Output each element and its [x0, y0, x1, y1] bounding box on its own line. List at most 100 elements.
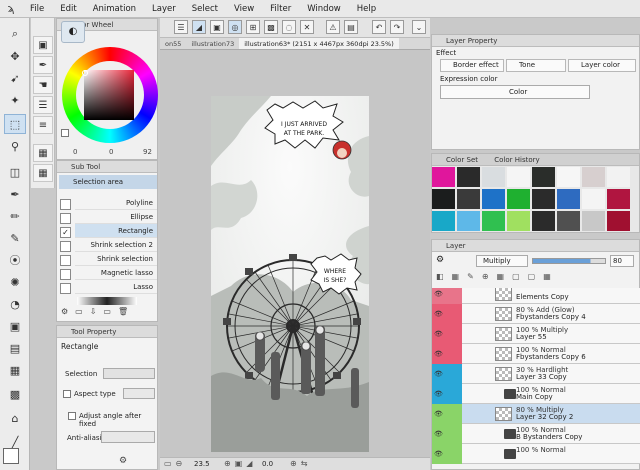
- move-icon[interactable]: ✥: [4, 46, 26, 66]
- zoom-controls-icon[interactable]: ▭⊖: [164, 459, 186, 468]
- color-swatch[interactable]: [457, 167, 481, 188]
- undo-icon[interactable]: ↶: [372, 20, 386, 34]
- menu-file[interactable]: File: [22, 4, 52, 14]
- subtool-lasso[interactable]: Lasso: [75, 280, 157, 294]
- folder-icon[interactable]: [504, 429, 516, 439]
- auto-select-icon[interactable]: ⚲: [4, 136, 26, 156]
- layer-visibility-icon[interactable]: 👁: [434, 330, 443, 338]
- layer-visibility-icon[interactable]: 👁: [434, 350, 443, 358]
- opacity-slider[interactable]: [532, 258, 606, 264]
- selection-icon[interactable]: ⬚: [4, 114, 26, 134]
- color-swatch[interactable]: [457, 211, 481, 232]
- grid-2-icon[interactable]: ▦: [33, 164, 53, 182]
- layer-settings-icon[interactable]: ⚙: [436, 255, 444, 265]
- color-picker-handle-icon[interactable]: [82, 70, 88, 76]
- sparkle-icon[interactable]: ✦: [4, 90, 26, 110]
- layer-toolbar-icons[interactable]: ◧▦✎⊕▦▢▢▦: [436, 272, 636, 284]
- ellipse-checkbox[interactable]: [60, 213, 71, 224]
- airbrush-icon[interactable]: ⦿: [4, 250, 26, 270]
- subtool-polyline[interactable]: Polyline: [75, 196, 157, 210]
- menu-filter[interactable]: Filter: [262, 4, 299, 14]
- tone-button[interactable]: Tone: [506, 59, 566, 72]
- figure-icon[interactable]: ▦: [4, 360, 26, 380]
- color-swatch[interactable]: [482, 211, 506, 232]
- redo-icon[interactable]: ↷: [390, 20, 404, 34]
- color-mode-button[interactable]: ◐: [61, 21, 85, 43]
- lasso-checkbox[interactable]: [60, 283, 71, 294]
- color-swatch[interactable]: [507, 211, 531, 232]
- color-swatch[interactable]: [457, 189, 481, 210]
- color-swatch[interactable]: [432, 211, 456, 232]
- color-swatch[interactable]: [607, 167, 631, 188]
- rotation-value[interactable]: 0.0: [262, 460, 273, 468]
- layer-row[interactable]: 👁 30 % Hardlight Layer 33 Copy: [432, 364, 640, 384]
- zoom-value[interactable]: 23.5: [194, 460, 210, 468]
- menu-help[interactable]: Help: [349, 4, 384, 14]
- zoom-icon[interactable]: ⌕: [4, 24, 26, 44]
- color-swatch[interactable]: [582, 189, 606, 210]
- layer-visibility-icon[interactable]: 👁: [434, 390, 443, 398]
- magnetic-lasso-checkbox[interactable]: [60, 269, 71, 280]
- hand-icon[interactable]: ☚: [33, 76, 53, 94]
- pen-icon[interactable]: ✒: [4, 184, 26, 204]
- color-swatch[interactable]: [482, 167, 506, 188]
- layer-visibility-icon[interactable]: 👁: [434, 410, 443, 418]
- subtool-magnetic-lasso[interactable]: Magnetic lasso: [75, 266, 157, 280]
- gallery-icon[interactable]: ▤: [344, 20, 358, 34]
- aspect-type-dropdown[interactable]: [123, 388, 155, 399]
- color-swatch[interactable]: [482, 189, 506, 210]
- color-swatch[interactable]: [532, 167, 556, 188]
- color-swatch[interactable]: [532, 189, 556, 210]
- fill-icon[interactable]: ▣: [4, 316, 26, 336]
- tool-group-icon[interactable]: ▣: [33, 36, 53, 54]
- grid-snap-icon[interactable]: ⊞: [246, 20, 260, 34]
- gradient-icon[interactable]: ▤: [4, 338, 26, 358]
- layer-color-button[interactable]: Layer color: [568, 59, 636, 72]
- color-swatch[interactable]: [582, 211, 606, 232]
- layer-visibility-icon[interactable]: 👁: [434, 310, 443, 318]
- subtool-ellipse[interactable]: Ellipse: [75, 210, 157, 224]
- selection-mode-buttons[interactable]: [103, 368, 155, 379]
- adjust-angle-checkbox[interactable]: [68, 412, 76, 420]
- eraser-icon[interactable]: ◫: [4, 162, 26, 182]
- color-swatch[interactable]: [507, 189, 531, 210]
- layer-row[interactable]: 👁 Elements Copy: [432, 288, 640, 304]
- shrink-selection-checkbox[interactable]: [60, 255, 71, 266]
- view-controls-icon[interactable]: ⊕▣◢: [224, 459, 256, 468]
- subtool-footer-icons[interactable]: ⚙▭⇩▭🗑: [61, 307, 155, 319]
- target-icon[interactable]: ◎: [228, 20, 242, 34]
- saturation-value-square[interactable]: [84, 70, 134, 120]
- menu-animation[interactable]: Animation: [85, 4, 144, 14]
- menu-window[interactable]: Window: [299, 4, 349, 14]
- blend-mode-dropdown[interactable]: Multiply: [476, 255, 528, 267]
- pen-nib-icon[interactable]: ✒: [33, 56, 53, 74]
- opacity-input[interactable]: 80: [610, 255, 634, 267]
- illustration-canvas[interactable]: I JUST ARRIVED AT THE PARK. WHERE IS SHE…: [211, 96, 369, 452]
- tab-color-set[interactable]: Color Set: [446, 156, 478, 164]
- rotation-controls-icon[interactable]: ⊕⇆: [290, 459, 311, 468]
- layer-row[interactable]: 👁 80 % Add (Glow) Fbystanders Copy 4: [432, 304, 640, 324]
- grid-icon[interactable]: ▦: [33, 144, 53, 162]
- collapse-icon[interactable]: ⌄: [412, 20, 426, 34]
- menu-select[interactable]: Select: [184, 4, 226, 14]
- layer-visibility-icon[interactable]: 👁: [434, 290, 443, 298]
- selection-launcher-icon[interactable]: ▣: [210, 20, 224, 34]
- selection-area-group[interactable]: Selection area: [59, 175, 157, 189]
- anti-aliasing-selector[interactable]: [101, 431, 155, 443]
- tab-illustration63[interactable]: illustration63* (2151 x 4467px 360dpi 23…: [239, 38, 399, 49]
- color-swatch[interactable]: [607, 211, 631, 232]
- clear-icon[interactable]: ✕: [300, 20, 314, 34]
- expression-color-dropdown[interactable]: Color: [440, 85, 590, 99]
- pencil-icon[interactable]: ✏: [4, 206, 26, 226]
- rectangle-checkbox[interactable]: ✓: [60, 227, 71, 238]
- menu-layer[interactable]: Layer: [144, 4, 184, 14]
- layer-row[interactable]: 👁 100 % Multiply Layer 55: [432, 324, 640, 344]
- color-swatch[interactable]: [507, 167, 531, 188]
- shrink-selection-2-checkbox[interactable]: [60, 241, 71, 252]
- color-swatch[interactable]: [557, 211, 581, 232]
- layer-row[interactable]: 👁 100 % Normal: [432, 444, 640, 464]
- menu-view[interactable]: View: [226, 4, 262, 14]
- color-swatch[interactable]: [607, 189, 631, 210]
- stack-icon[interactable]: ≡: [33, 116, 53, 134]
- brush-icon[interactable]: ✎: [4, 228, 26, 248]
